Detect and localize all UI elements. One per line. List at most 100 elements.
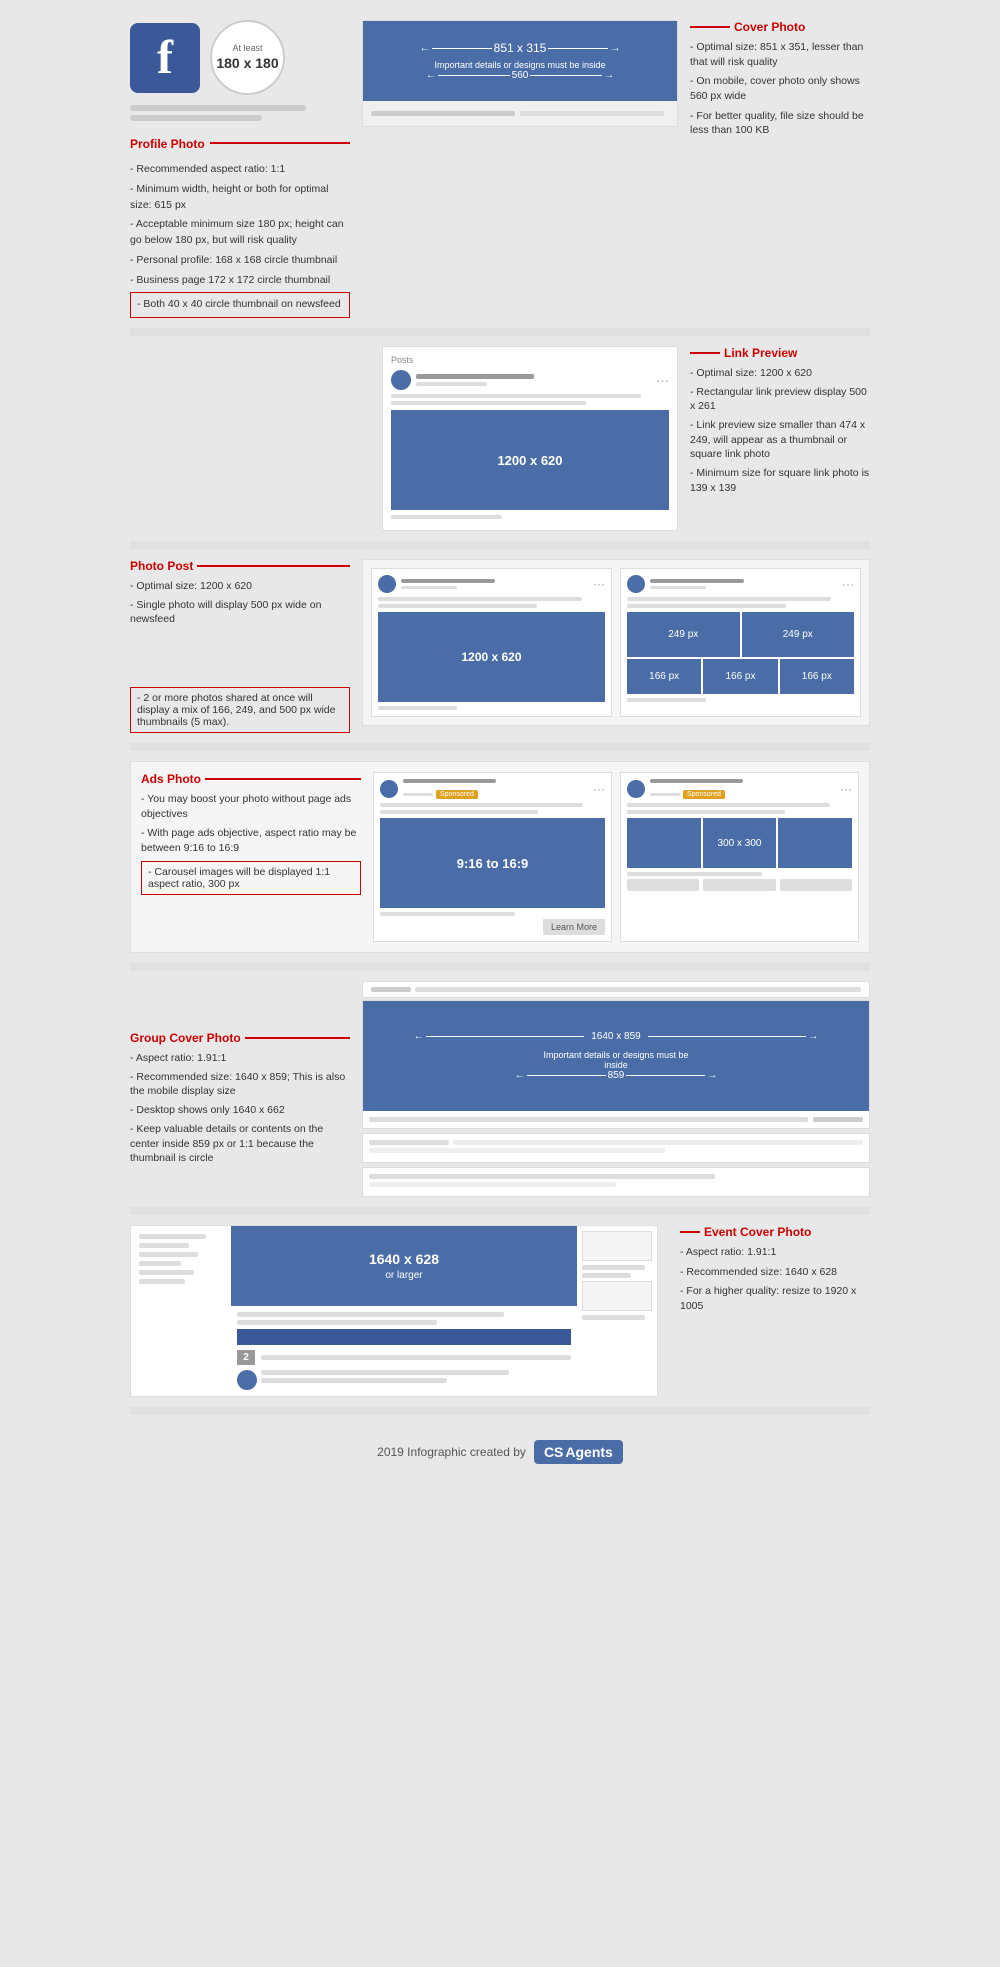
mp-size-166-3: 166 px (802, 671, 832, 682)
group-red-line (245, 1037, 350, 1039)
ei-line2 (237, 1320, 437, 1325)
link-preview-post-mock: Posts ··· 1200 x 620 (382, 346, 678, 531)
profile-label-row: Profile Photo (130, 129, 350, 157)
posts-label: Posts (391, 355, 669, 365)
ec-note-1: - Aspect ratio: 1.91:1 (680, 1245, 870, 1260)
ad1-dots: ··· (593, 782, 605, 796)
cover-inner-arrow: ← 560 → (426, 70, 614, 81)
divider-2 (130, 541, 870, 549)
gc-note-4: - Keep valuable details or contents on t… (130, 1122, 350, 1166)
mp-bottom-row: 166 px 166 px 166 px (627, 659, 854, 694)
lp-note-4: - Minimum size for square link photo is … (690, 466, 870, 495)
group-mock-area: ← 1640 x 859 → Important details or desi… (362, 981, 870, 1197)
post-avatar-circle (391, 370, 411, 390)
profile-notes: - Recommended aspect ratio: 1:1 - Minimu… (130, 162, 350, 318)
event-right-strip (577, 1226, 657, 1396)
photo-post-mocks: ··· 1200 x 620 (362, 559, 870, 726)
mp-post-header: ··· (627, 575, 854, 593)
mp-top-row: 249 px 249 px (627, 612, 854, 657)
ad1-textline-1 (380, 803, 583, 807)
link-preview-notes: Link Preview - Optimal size: 1200 x 620 … (690, 346, 870, 500)
mp-small-1: 166 px (627, 659, 701, 694)
ad2-btn-placeholder-3 (780, 879, 852, 891)
ers-line3 (582, 1315, 645, 1320)
ers-line1 (582, 1265, 645, 1270)
profile-note-2: - Minimum width, height or both for opti… (130, 182, 350, 214)
event-size-sub: or larger (385, 1270, 422, 1281)
profile-note-4: - Personal profile: 168 x 168 circle thu… (130, 253, 350, 269)
ads-label-row: Ads Photo (141, 772, 361, 786)
ei-comment-line2 (261, 1378, 447, 1383)
profile-circle-size: 180 x 180 (216, 54, 278, 72)
group-strip-line1 (371, 987, 411, 992)
link-preview-image: 1200 x 620 (391, 410, 669, 510)
cover-strip-line2 (520, 111, 664, 116)
post-reaction-line (391, 515, 502, 519)
es-line3 (139, 1252, 198, 1257)
ad1-name-area: Sponsored (403, 779, 588, 799)
cs-agents-logo: CS Agents (534, 1440, 623, 1464)
ad2-sponsored-row: Sponsored (650, 790, 725, 799)
mp-dots: ··· (842, 577, 854, 591)
mp-reaction (627, 698, 706, 702)
ad2-name-area: Sponsored (650, 779, 835, 799)
learn-more-btn[interactable]: Learn More (543, 919, 605, 935)
ei-avatar (237, 1370, 257, 1390)
sp-image: 1200 x 620 (378, 612, 605, 702)
event-info-area: 2 (231, 1306, 577, 1396)
carousel-sq-3 (778, 818, 852, 868)
ad1-sponsored-row: Sponsored (403, 790, 478, 799)
cover-note-2: - On mobile, cover photo only shows 560 … (690, 74, 870, 103)
event-sidebar (131, 1226, 231, 1396)
gc-note-2: - Recommended size: 1640 x 859; This is … (130, 1070, 350, 1099)
ads-highlight-text: - Carousel images will be displayed 1:1 … (148, 866, 330, 890)
event-size-label: 1640 x 628 (369, 1251, 439, 1267)
ers-box2 (582, 1281, 652, 1311)
ads-red-line (205, 778, 361, 780)
cover-size-label: 851 x 315 (494, 41, 547, 55)
ad-post-wide: Sponsored ··· 9:16 to 16:9 Learn More (373, 772, 612, 942)
multi-note-text: - 2 or more photos shared at once will d… (137, 692, 335, 728)
group-top-strip (362, 981, 870, 998)
profile-note-3: - Acceptable minimum size 180 px; height… (130, 217, 350, 249)
gbs2-line2 (369, 1182, 616, 1187)
sp-name-line (401, 579, 495, 583)
ads-posts-area: Sponsored ··· 9:16 to 16:9 Learn More (373, 772, 859, 942)
sp-avatar (378, 575, 396, 593)
footer-text: 2019 Infographic created by (377, 1445, 526, 1459)
ad2-textline-2 (627, 810, 785, 814)
group-bottom-strip2 (362, 1167, 870, 1197)
ad2-bottom-buttons (627, 879, 852, 891)
ads-label: Ads Photo (141, 772, 201, 786)
sp-dots: ··· (593, 577, 605, 591)
sp-name-area (401, 579, 588, 589)
carousel-sq-center: 300 x 300 (703, 818, 777, 868)
event-main-col: 1640 x 628 or larger 2 (231, 1226, 577, 1396)
event-cover-image: 1640 x 628 or larger (231, 1226, 577, 1306)
ad1-sponsored: Sponsored (436, 790, 478, 799)
ad2-size-label: 300 x 300 (718, 838, 762, 849)
ers-box1 (582, 1231, 652, 1261)
profile-highlight-box: - Both 40 x 40 circle thumbnail on newsf… (130, 292, 350, 318)
ad2-carousel: 300 x 300 (627, 818, 852, 868)
post-subline (416, 382, 487, 386)
group-inner-size: 859 (608, 1070, 625, 1081)
lp-note-2: - Rectangular link preview display 500 x… (690, 385, 870, 414)
post-name-line (416, 374, 534, 379)
mp-size-166-2: 166 px (725, 671, 755, 682)
mp-big-1: 249 px (627, 612, 740, 657)
gcb-line2 (813, 1117, 863, 1122)
divider-1 (130, 328, 870, 336)
sp-subline (401, 586, 457, 589)
ad1-btn-row: Learn More (380, 919, 605, 935)
ad2-sponsored: Sponsored (683, 790, 725, 799)
group-notes-col: Group Cover Photo - Aspect ratio: 1.91:1… (130, 981, 350, 1170)
divider-6 (130, 1407, 870, 1415)
mp-avatar (627, 575, 645, 593)
pp-note-2: - Single photo will display 500 px wide … (130, 598, 350, 627)
profile-circle-at-least: At least (232, 43, 262, 55)
gray-line-1 (130, 105, 306, 111)
carousel-sq-1 (627, 818, 701, 868)
profile-note-1: - Recommended aspect ratio: 1:1 (130, 162, 350, 178)
gbs-row1 (369, 1140, 863, 1145)
